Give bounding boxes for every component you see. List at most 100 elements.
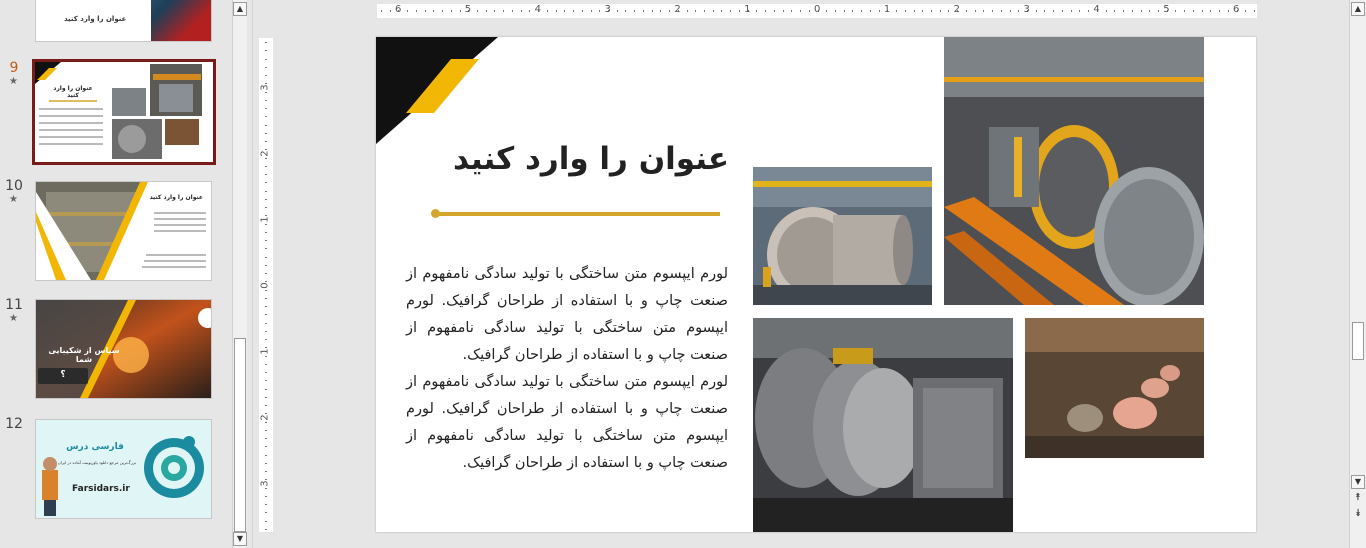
ruler-tick	[1009, 10, 1011, 12]
ruler-tick	[265, 405, 267, 406]
ruler-tick	[1131, 10, 1133, 12]
ruler-label: 5	[464, 4, 472, 15]
ruler-tick	[265, 528, 267, 530]
body-paragraph-1[interactable]: لورم ایپسوم متن ساختگی با تولید سادگی نا…	[406, 261, 728, 369]
next-slide-icon[interactable]: ⯯	[1352, 508, 1364, 519]
scroll-up-icon[interactable]: ▲	[1351, 2, 1365, 16]
star-icon: ★	[9, 194, 18, 205]
ruler-tick	[1114, 10, 1116, 12]
ruler-label: 0	[259, 282, 271, 289]
previous-slide-icon[interactable]: ⯭	[1352, 492, 1364, 503]
ruler-tick	[834, 10, 836, 12]
slide-canvas[interactable]: عنوان را وارد کنید لورم ایپسوم متن ساختگ…	[376, 37, 1256, 532]
ruler-tick	[861, 10, 863, 12]
ruler-tick	[1184, 10, 1186, 12]
scrollbar-thumb[interactable]	[1352, 322, 1364, 360]
slide-editor: 6 5 4 3 2 1 0 1 2 3 4 5 6 3 2 1 0 1 2 3 عنوان را وارد کنید…	[252, 0, 1347, 548]
ruler-tick	[265, 330, 267, 332]
ruler-tick	[265, 157, 267, 159]
brand-tagline: بزرگ‌ترین مرجع دانلود پاورپوینت آماده در…	[58, 460, 136, 465]
ruler-tick	[407, 10, 409, 12]
ruler-tick	[494, 10, 496, 12]
scroll-down-icon[interactable]: ▼	[233, 532, 247, 546]
mill-photo-1[interactable]	[753, 167, 932, 305]
ruler-tick	[265, 306, 267, 307]
thumbnail-canvas: عنوان را وارد کنید	[35, 181, 212, 281]
slide-number: 9	[9, 60, 19, 76]
ruler-tick	[1227, 10, 1229, 12]
ruler-tick	[1070, 10, 1072, 12]
thumbnail-title: عنوان را وارد کنید	[64, 15, 127, 23]
thumbnail-title: سپاس از شکیبایی شما	[48, 346, 120, 364]
ruler-tick	[265, 289, 267, 291]
ruler-tick	[389, 10, 391, 12]
scroll-up-icon[interactable]: ▲	[233, 2, 247, 16]
ruler-tick	[265, 339, 267, 340]
editor-scrollbar[interactable]: ▲ ▼ ⯭ ⯯	[1349, 0, 1366, 548]
ruler-tick	[265, 182, 267, 184]
ruler-tick	[265, 471, 267, 472]
ruler-tick	[265, 174, 267, 175]
ruler-tick	[1157, 10, 1159, 12]
ruler-tick	[265, 198, 267, 200]
ruler-tick	[1254, 10, 1256, 12]
ruler-tick	[869, 10, 871, 12]
ruler-tick	[800, 10, 802, 12]
mill-photo-3[interactable]	[753, 318, 1013, 532]
ruler-tick	[265, 396, 267, 398]
body-paragraph-2[interactable]: لورم ایپسوم متن ساختگی با تولید سادگی نا…	[406, 369, 728, 477]
ruler-tick	[265, 421, 267, 423]
ruler-tick	[1140, 10, 1142, 12]
ruler-tick	[1192, 10, 1194, 12]
ruler-tick	[922, 10, 924, 12]
ruler-label: 3	[1023, 4, 1030, 15]
ruler-tick	[1149, 10, 1151, 12]
mill-photo-4[interactable]	[1025, 318, 1204, 458]
thumbnail-canvas: سپاس از شکیبایی شما ؟	[35, 299, 212, 399]
ruler-tick	[265, 322, 267, 324]
slide-title[interactable]: عنوان را وارد کنید	[436, 141, 746, 177]
horizontal-ruler[interactable]: 6 5 4 3 2 1 0 1 2 3 4 5 6	[377, 4, 1257, 18]
scrollbar-thumb[interactable]	[234, 338, 246, 532]
ruler-tick	[913, 10, 915, 12]
ruler-label: 0	[814, 4, 821, 15]
ruler-label: 2	[674, 4, 681, 15]
ruler-tick	[265, 99, 267, 101]
ruler-tick	[265, 248, 267, 250]
thumbnail-canvas: عنوان را وارد کنید	[32, 59, 216, 165]
mill-photo-2[interactable]	[944, 37, 1204, 305]
ruler-tick	[686, 10, 688, 12]
ruler-tick	[1018, 10, 1020, 12]
ruler-tick	[1175, 10, 1177, 12]
corner-decoration	[376, 37, 498, 144]
slide-number: 12	[5, 416, 23, 432]
ruler-tick	[878, 10, 880, 12]
ruler-tick	[265, 429, 267, 431]
ruler-tick	[265, 223, 267, 225]
ruler-tick	[1245, 10, 1247, 12]
ruler-tick	[826, 10, 828, 12]
ruler-tick	[265, 297, 267, 299]
ruler-tick	[1044, 10, 1046, 12]
ruler-tick	[1053, 10, 1055, 12]
scroll-down-icon[interactable]: ▼	[1351, 475, 1365, 489]
ruler-tick	[704, 10, 706, 12]
ruler-tick	[265, 91, 267, 93]
thumbnail-canvas: عنوان را وارد کنید	[35, 0, 212, 42]
ruler-tick	[520, 10, 522, 12]
ruler-label: 2	[259, 150, 271, 157]
thumbnail-image	[151, 0, 211, 41]
thumbnail-art	[42, 436, 204, 516]
ruler-tick	[265, 231, 267, 233]
thumbnail-scrollbar[interactable]: ▲ ▼	[232, 0, 247, 548]
ruler-tick	[843, 10, 845, 12]
thumbnail-title: عنوان را وارد کنید	[53, 85, 93, 99]
ruler-label: 4	[1093, 4, 1100, 15]
ruler-tick	[939, 10, 941, 12]
ruler-tick	[931, 10, 932, 12]
ruler-tick	[265, 314, 267, 316]
ruler-tick	[1219, 10, 1221, 12]
ruler-label: 6	[1233, 4, 1240, 15]
ruler-tick	[983, 10, 985, 12]
vertical-ruler[interactable]: 3 2 1 0 1 2 3	[259, 38, 273, 532]
